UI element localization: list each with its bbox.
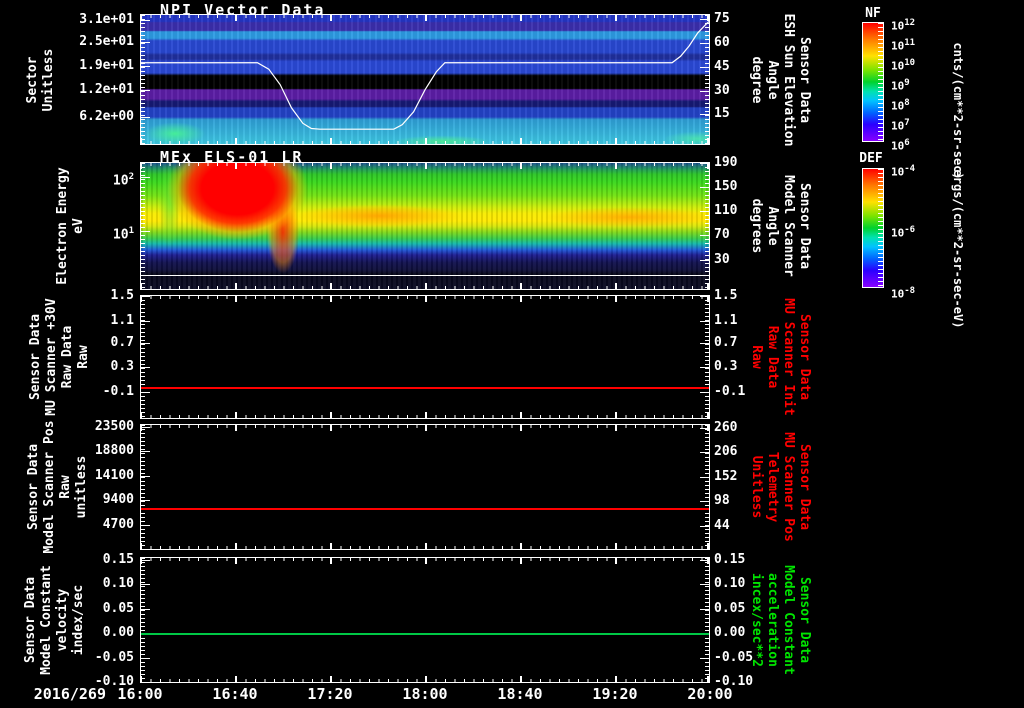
y-tick-mark-left bbox=[141, 681, 150, 683]
y-tick-mark-left bbox=[141, 66, 150, 67]
y-tick-mark-left bbox=[141, 321, 150, 323]
x-tick-label: 20:00 bbox=[687, 685, 733, 703]
y-tick-label-left-p1: 2.5e+01 bbox=[79, 34, 134, 50]
y-tick-mark-left bbox=[141, 609, 150, 611]
y-tick-mark-left bbox=[141, 89, 150, 91]
y-tick-mark-left bbox=[141, 42, 150, 44]
x-minor-ticks-bottom bbox=[141, 679, 709, 682]
x-tick-label: 19:20 bbox=[592, 685, 638, 703]
science-multipanel-plot: NPI Vector Data MEx ELS-01 LR NF cnts/(c… bbox=[0, 0, 1024, 708]
x-minor-ticks-bottom bbox=[141, 415, 709, 418]
y-tick-mark-right bbox=[700, 583, 709, 585]
y-tick-mark-right bbox=[700, 451, 709, 453]
x-minor-ticks-top bbox=[141, 296, 709, 299]
nf-colorbar-tick: 107 bbox=[891, 118, 910, 133]
y-tick-mark-left bbox=[141, 583, 150, 585]
y-tick-mark-left bbox=[141, 176, 150, 178]
def-colorbar-tick: 10-8 bbox=[891, 286, 916, 301]
sun-elevation-line bbox=[141, 15, 709, 144]
def-colorbar-units: ergs/(cm**2-sr-sec-eV) bbox=[951, 169, 965, 329]
nf-colorbar-tick: 1011 bbox=[891, 38, 916, 53]
data-line-p5 bbox=[141, 632, 709, 635]
x-minor-ticks-bottom bbox=[141, 546, 709, 549]
y-tick-mark-right bbox=[700, 477, 709, 479]
y-tick-mark-left bbox=[141, 230, 150, 232]
right-axis-title-p5: Sensor Data Model Constant acceleration … bbox=[749, 565, 812, 675]
y-tick-label-left-p1: 1.2e+01 bbox=[79, 81, 134, 97]
panel-model-constant-velocity bbox=[140, 557, 710, 683]
y-tick-mark-right bbox=[700, 234, 709, 236]
def-colorbar-title: DEF bbox=[859, 151, 883, 166]
x-minor-ticks-bottom bbox=[141, 141, 709, 144]
x-minor-ticks-bottom bbox=[141, 286, 709, 289]
x-tick-label: 16:00 bbox=[117, 685, 163, 703]
y-tick-label-left-p1: 3.1e+01 bbox=[79, 12, 134, 28]
y-tick-mark-right bbox=[700, 391, 709, 393]
nf-colorbar-tick: 1010 bbox=[891, 58, 916, 73]
x-minor-ticks-top bbox=[141, 425, 709, 428]
nf-colorbar bbox=[862, 22, 884, 142]
right-axis-title-p1: Sensor Data ESH Sun Elevation Angle degr… bbox=[749, 12, 812, 147]
y-tick-mark-left bbox=[141, 450, 150, 452]
data-line-p4 bbox=[141, 507, 709, 510]
y-tick-mark-left bbox=[141, 391, 150, 393]
panel-els-spectrogram bbox=[140, 162, 710, 290]
y-axis-title-p1: Sector Unitless bbox=[25, 48, 56, 111]
x-minor-ticks-top bbox=[141, 558, 709, 561]
y-tick-mark-right bbox=[700, 67, 709, 69]
x-tick-label: 16:40 bbox=[212, 685, 258, 703]
y-tick-mark-left bbox=[141, 116, 150, 118]
y-tick-mark-right bbox=[700, 526, 709, 528]
y-tick-label-left-p1: 6.2e+00 bbox=[79, 108, 134, 124]
y-tick-mark-left bbox=[141, 342, 150, 344]
y-tick-mark-right bbox=[700, 500, 709, 502]
nf-colorbar-tick: 106 bbox=[891, 138, 910, 153]
data-line-p3 bbox=[141, 387, 709, 390]
panel-npi-spectrogram bbox=[140, 14, 710, 145]
x-tick-label: 17:20 bbox=[307, 685, 353, 703]
y-tick-mark-left bbox=[141, 366, 150, 368]
y-tick-mark-right bbox=[700, 260, 709, 262]
y-tick-mark-left bbox=[141, 476, 150, 478]
panel-model-scanner-pos bbox=[140, 424, 710, 550]
y-tick-mark-left bbox=[141, 20, 150, 22]
y-tick-mark-right bbox=[700, 91, 709, 93]
y-tick-mark-left bbox=[141, 525, 150, 527]
y-tick-mark-left bbox=[141, 499, 150, 501]
y-tick-mark-right bbox=[700, 42, 709, 44]
nf-colorbar-tick: 109 bbox=[891, 78, 910, 93]
nf-colorbar-title: NF bbox=[865, 6, 881, 21]
y-tick-mark-right bbox=[700, 366, 709, 368]
x-minor-ticks-top bbox=[141, 15, 709, 18]
y-tick-mark-right bbox=[700, 658, 709, 660]
nf-colorbar-tick: 108 bbox=[891, 98, 910, 113]
els-bottom-white-line bbox=[141, 275, 709, 277]
x-tick-label: 18:00 bbox=[402, 685, 448, 703]
y-axis-title-p5: Sensor Data Model Constant velocity inde… bbox=[23, 565, 86, 675]
y-tick-mark-right bbox=[700, 681, 709, 683]
x-tick-label: 18:40 bbox=[497, 685, 543, 703]
y-tick-mark-right bbox=[700, 113, 709, 115]
y-tick-label-left-p1: 1.9e+01 bbox=[79, 58, 134, 73]
def-colorbar-tick: 10-4 bbox=[891, 164, 916, 179]
panel-mu-scanner-30v bbox=[140, 295, 710, 419]
y-tick-mark-right bbox=[700, 342, 709, 344]
y-tick-mark-right bbox=[700, 609, 709, 611]
def-colorbar-tick: 10-6 bbox=[891, 225, 916, 240]
y-tick-mark-right bbox=[700, 321, 709, 323]
def-colorbar bbox=[862, 168, 884, 288]
nf-colorbar-tick: 1012 bbox=[891, 18, 916, 33]
y-tick-mark-right bbox=[700, 211, 709, 213]
y-tick-mark-right bbox=[700, 186, 709, 188]
y-tick-mark-left bbox=[141, 658, 150, 660]
x-minor-ticks-top bbox=[141, 163, 709, 166]
